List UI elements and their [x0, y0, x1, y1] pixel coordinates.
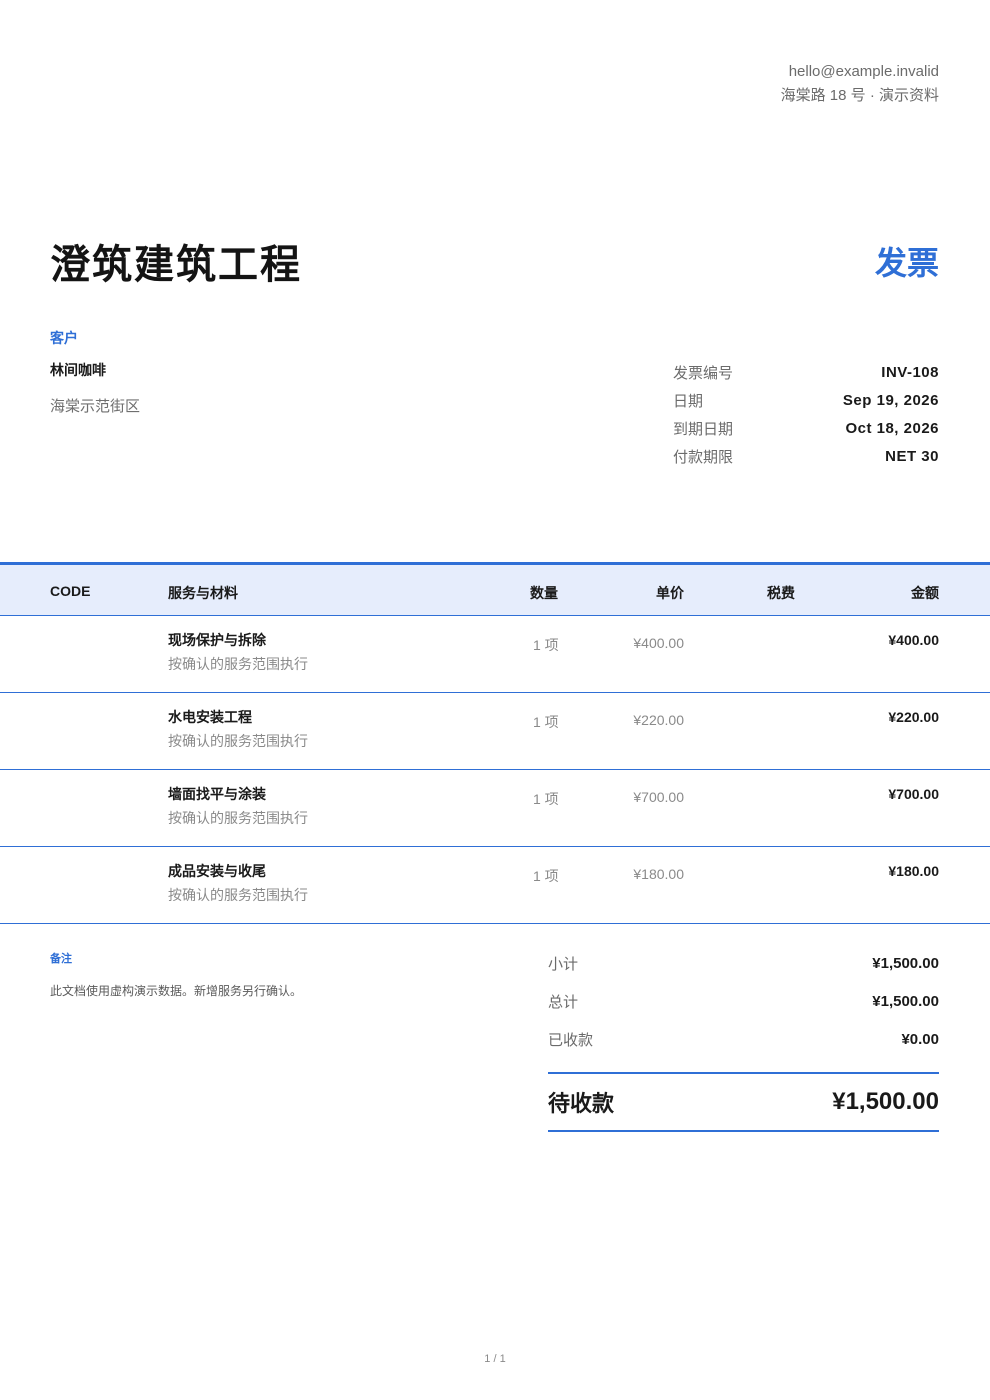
item-subtitle: 按确认的服务范围执行: [168, 656, 308, 672]
item-qty: 1 项: [533, 714, 559, 730]
table-row: 墙面找平与涂装 按确认的服务范围执行 1 项 ¥700.00 ¥700.00: [0, 770, 990, 847]
table-row: 水电安装工程 按确认的服务范围执行 1 项 ¥220.00 ¥220.00: [0, 693, 990, 770]
header-tax: 税费: [767, 585, 795, 601]
invoice-meta: 发票编号 INV-108 日期 Sep 19, 2026 到期日期 Oct 18…: [673, 358, 939, 470]
notes-text: 此文档使用虚构演示数据。新增服务另行确认。: [50, 984, 303, 998]
meta-row-terms: 付款期限 NET 30: [673, 442, 939, 470]
meta-label: 发票编号: [673, 364, 734, 382]
item-subtitle: 按确认的服务范围执行: [168, 733, 308, 749]
meta-value: Sep 19, 2026: [842, 391, 939, 409]
meta-value: Oct 18, 2026: [845, 419, 939, 437]
total-label: 总计: [548, 993, 579, 1011]
subtotal-row: 小计 ¥1,500.00: [548, 944, 939, 982]
company-name: 澄筑建筑工程: [50, 243, 302, 287]
paid-value: ¥0.00: [901, 1030, 939, 1048]
item-subtitle: 按确认的服务范围执行: [168, 810, 308, 826]
meta-label: 付款期限: [673, 448, 734, 466]
item-amount: ¥220.00: [888, 709, 939, 725]
notes-label: 备注: [50, 953, 72, 965]
item-title: 水电安装工程: [168, 709, 252, 725]
client-name: 林间咖啡: [50, 362, 106, 378]
item-amount: ¥180.00: [888, 863, 939, 879]
header-qty: 数量: [530, 585, 558, 601]
meta-row-date: 日期 Sep 19, 2026: [673, 386, 939, 414]
item-price: ¥700.00: [633, 789, 684, 805]
item-price: ¥220.00: [633, 712, 684, 728]
client-label: 客户: [50, 330, 78, 346]
totals-summary: 小计 ¥1,500.00 总计 ¥1,500.00 已收款 ¥0.00 待收款 …: [548, 944, 939, 1132]
item-title: 现场保护与拆除: [168, 632, 266, 648]
header-unit-price: 单价: [656, 585, 684, 601]
header-code: CODE: [50, 583, 91, 599]
item-qty: 1 项: [533, 637, 559, 653]
table-header: CODE 服务与材料 数量 单价 税费 金额: [0, 562, 990, 616]
item-title: 墙面找平与涂装: [168, 786, 266, 802]
sender-address: 海棠路 18 号 · 演示资料: [780, 87, 939, 104]
item-title: 成品安装与收尾: [168, 863, 266, 879]
item-qty: 1 项: [533, 791, 559, 807]
meta-label: 日期: [673, 392, 704, 410]
paid-label: 已收款: [548, 1031, 594, 1049]
meta-value: INV-108: [881, 363, 939, 381]
meta-row-invoice-number: 发票编号 INV-108: [673, 358, 939, 386]
header-amount: 金额: [911, 585, 939, 601]
table-row: 成品安装与收尾 按确认的服务范围执行 1 项 ¥180.00 ¥180.00: [0, 847, 990, 924]
balance-due-label: 待收款: [548, 1091, 615, 1116]
item-price: ¥180.00: [633, 866, 684, 882]
meta-label: 到期日期: [673, 420, 734, 438]
sender-email: hello@example.invalid: [788, 63, 939, 80]
sender-contact: hello@example.invalid 海棠路 18 号 · 演示资料: [781, 60, 939, 108]
meta-value: NET 30: [885, 447, 939, 465]
item-qty: 1 项: [533, 868, 559, 884]
subtotal-label: 小计: [548, 955, 579, 973]
total-value: ¥1,500.00: [872, 992, 939, 1010]
line-items-table: CODE 服务与材料 数量 单价 税费 金额 现场保护与拆除 按确认的服务范围执…: [0, 562, 990, 924]
item-amount: ¥700.00: [888, 786, 939, 802]
balance-due-row: 待收款 ¥1,500.00: [548, 1072, 939, 1132]
paid-row: 已收款 ¥0.00: [548, 1020, 939, 1058]
header-description: 服务与材料: [168, 585, 238, 601]
page-number: 1 / 1: [484, 1353, 506, 1365]
item-price: ¥400.00: [633, 635, 684, 651]
client-address: 海棠示范街区: [50, 398, 141, 415]
document-type: 发票: [874, 245, 939, 281]
total-row: 总计 ¥1,500.00: [548, 982, 939, 1020]
table-row: 现场保护与拆除 按确认的服务范围执行 1 项 ¥400.00 ¥400.00: [0, 616, 990, 693]
balance-due-value: ¥1,500.00: [832, 1088, 939, 1115]
item-amount: ¥400.00: [888, 632, 939, 648]
item-subtitle: 按确认的服务范围执行: [168, 887, 308, 903]
subtotal-value: ¥1,500.00: [872, 954, 939, 972]
meta-row-due-date: 到期日期 Oct 18, 2026: [673, 414, 939, 442]
